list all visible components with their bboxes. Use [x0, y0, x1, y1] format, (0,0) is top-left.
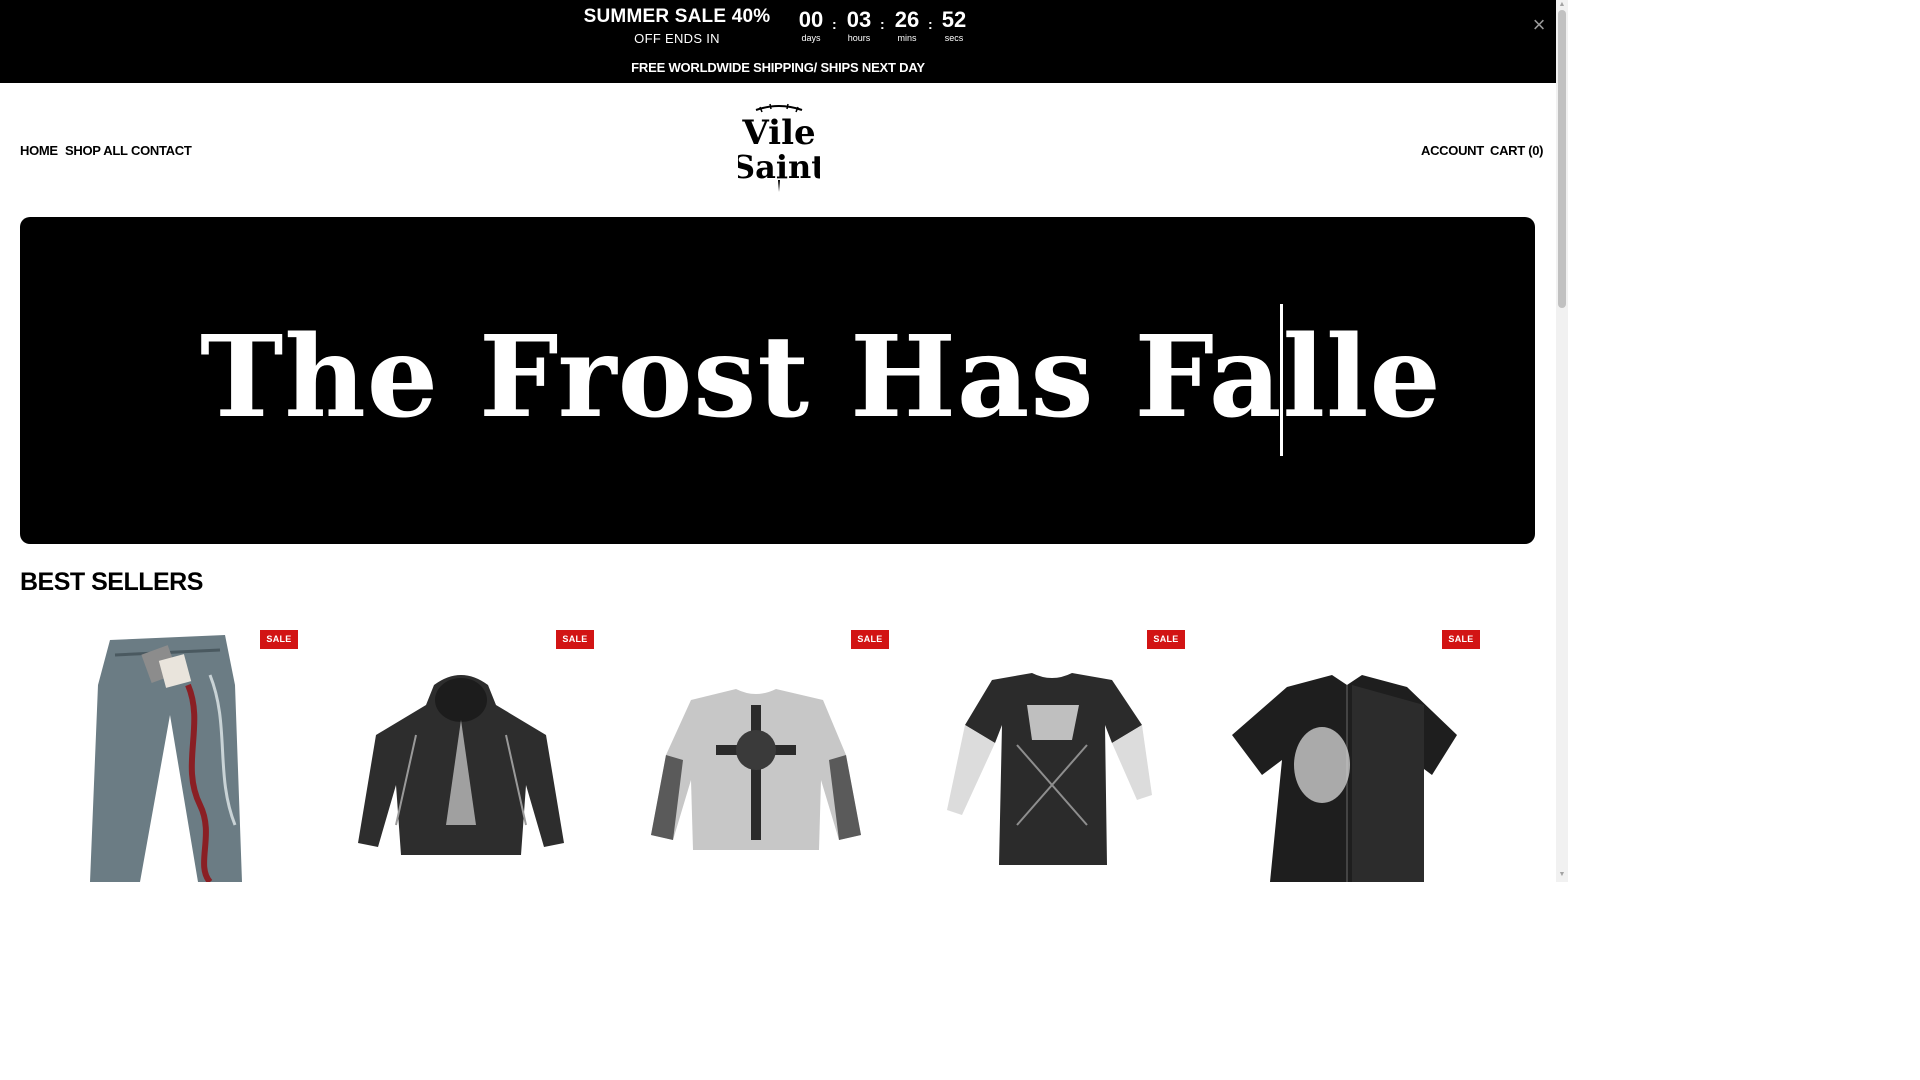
typing-caret — [1280, 304, 1283, 456]
announcement-bar: SUMMER SALE 40% OFF ENDS IN 00 days : 03… — [0, 0, 1556, 83]
logo-text-line1: Vile — [741, 113, 815, 153]
page-scrollbar[interactable]: ▲ ▼ — [1556, 0, 1568, 882]
countdown-separator: : — [832, 16, 837, 32]
product-card[interactable]: SALE — [907, 625, 1191, 882]
nav-cart[interactable]: CART (0) — [1490, 143, 1544, 158]
sale-badge: SALE — [556, 630, 594, 649]
product-image-grey-tee — [651, 689, 861, 850]
product-image-longsleeve — [947, 673, 1152, 865]
best-sellers-title: BEST SELLERS — [20, 568, 203, 596]
hero-banner[interactable]: The Frost Has Falle — [20, 217, 1535, 544]
nav-contact[interactable]: CONTACT — [131, 143, 192, 158]
sale-badge: SALE — [851, 630, 889, 649]
product-image-hoodie — [358, 675, 564, 855]
scroll-up-arrow-icon[interactable]: ▲ — [1558, 1, 1566, 9]
promo-title: SUMMER SALE 40% — [583, 6, 771, 27]
countdown-separator: : — [928, 16, 933, 32]
product-card[interactable]: SALE — [316, 625, 600, 882]
countdown-minutes: 26 mins — [894, 7, 920, 43]
countdown-seconds: 52 secs — [941, 7, 967, 43]
product-card[interactable]: SALE — [611, 625, 895, 882]
product-card[interactable]: SALE — [20, 625, 304, 882]
hero-typing-text: The Frost Has Falle — [200, 312, 1442, 443]
countdown-separator: : — [880, 16, 885, 32]
product-card[interactable]: SALE — [1202, 625, 1486, 882]
scroll-down-arrow-icon[interactable]: ▼ — [1558, 871, 1566, 879]
promo-subtitle: OFF ENDS IN — [634, 31, 720, 46]
product-image-button-shirt — [1232, 675, 1457, 882]
sale-badge: SALE — [1442, 630, 1480, 649]
close-icon[interactable]: × — [1530, 14, 1548, 36]
product-image-jeans — [90, 635, 242, 882]
nav-account[interactable]: ACCOUNT — [1421, 143, 1484, 158]
vile-saint-logo[interactable]: Vile Saint — [732, 100, 826, 194]
sale-badge: SALE — [1147, 630, 1185, 649]
countdown-hours: 03 hours — [846, 7, 872, 43]
nav-home[interactable]: HOME — [20, 143, 58, 158]
nav-shop-all[interactable]: SHOP ALL — [65, 143, 128, 158]
sale-badge: SALE — [260, 630, 298, 649]
countdown-days: 00 days — [798, 7, 824, 43]
scrollbar-thumb[interactable] — [1558, 10, 1566, 308]
shipping-message: FREE WORLDWIDE SHIPPING/ SHIPS NEXT DAY — [631, 60, 925, 75]
